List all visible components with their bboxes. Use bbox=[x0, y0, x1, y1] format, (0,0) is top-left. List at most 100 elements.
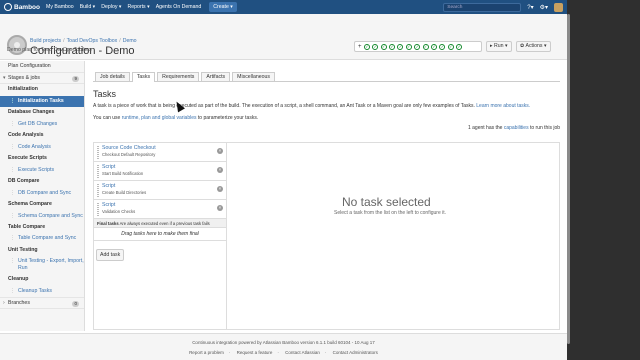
variables-hint-pre: You can use bbox=[93, 114, 122, 121]
build-success-icon[interactable]: ✓ bbox=[363, 43, 370, 50]
sidebar: Plan Configuration ▾ Stages & jobs 9 Initi… bbox=[0, 61, 85, 331]
task-name: Script bbox=[102, 183, 116, 189]
final-tasks-note: Are always executed even if a previous t… bbox=[118, 221, 210, 226]
learn-more-link[interactable]: Learn more about tasks. bbox=[476, 103, 530, 109]
delete-task-icon[interactable]: × bbox=[217, 167, 223, 173]
variables-link[interactable]: runtime, plan and global variables bbox=[122, 115, 197, 121]
nav-build[interactable]: Build ▾ bbox=[80, 4, 96, 10]
expand-builds-icon[interactable]: + bbox=[358, 44, 362, 50]
task-editor: Source Code Checkout Checkout Default Re… bbox=[93, 142, 560, 330]
tab-job-details[interactable]: Job details bbox=[95, 72, 130, 81]
nav-reports[interactable]: Reports ▾ bbox=[127, 4, 149, 10]
final-tasks-label: Final tasks bbox=[97, 221, 119, 226]
build-success-icon[interactable]: ✓ bbox=[447, 43, 454, 50]
gear-icon[interactable]: ⚙▾ bbox=[540, 4, 548, 11]
nav-my-bamboo[interactable]: My Bamboo bbox=[46, 4, 74, 10]
create-button[interactable]: Create ▾ bbox=[209, 2, 237, 12]
nav-deploy[interactable]: Deploy ▾ bbox=[101, 4, 121, 10]
stage-schema-compare[interactable]: Schema Compare bbox=[0, 199, 84, 211]
chevron-down-icon: ▾ bbox=[3, 74, 6, 81]
delete-task-icon[interactable]: × bbox=[217, 148, 223, 154]
task-name: Script bbox=[102, 202, 116, 208]
capabilities-link[interactable]: capabilities bbox=[504, 125, 529, 131]
stage-db-compare[interactable]: DB Compare bbox=[0, 176, 84, 188]
plan-description: Demo plan for Toad DevOps Toolbox bbox=[7, 47, 92, 53]
build-success-icon[interactable]: ✓ bbox=[456, 43, 463, 50]
main-content: Job details Tasks Requirements Artifacts… bbox=[93, 72, 560, 332]
footer-links: Report a problem · Request a feature · Con… bbox=[189, 350, 378, 355]
build-success-icon[interactable]: ✓ bbox=[389, 43, 396, 50]
run-button[interactable]: ▸ Run ▾ bbox=[486, 41, 512, 52]
task-list: Source Code Checkout Checkout Default Re… bbox=[94, 143, 227, 329]
stage-initialization[interactable]: Initialization bbox=[0, 84, 84, 96]
delete-task-icon[interactable]: × bbox=[217, 205, 223, 211]
job-table-compare-and-sync[interactable]: Table Compare and Sync bbox=[0, 233, 84, 245]
build-success-icon[interactable]: ✓ bbox=[414, 43, 421, 50]
agents-pre: 1 agent has the bbox=[467, 125, 504, 131]
contact-atlassian-link[interactable]: Contact Atlassian bbox=[285, 350, 320, 355]
stage-cleanup[interactable]: Cleanup bbox=[0, 274, 84, 286]
job-execute-scripts[interactable]: Execute Scripts bbox=[0, 165, 84, 177]
task-item[interactable]: Script Create Build Directories × bbox=[94, 181, 226, 200]
stage-code-analysis[interactable]: Code Analysis bbox=[0, 130, 84, 142]
breadcrumb-build-projects[interactable]: Build projects bbox=[30, 38, 61, 44]
build-success-icon[interactable]: ✓ bbox=[397, 43, 404, 50]
task-item[interactable]: Source Code Checkout Checkout Default Re… bbox=[94, 143, 226, 162]
breadcrumb-plan[interactable]: Demo bbox=[123, 38, 137, 44]
build-success-icon[interactable]: ✓ bbox=[405, 43, 412, 50]
stage-execute-scripts[interactable]: Execute Scripts bbox=[0, 153, 84, 165]
breadcrumb-project[interactable]: Toad DevOps Toolbox bbox=[67, 38, 118, 44]
report-problem-link[interactable]: Report a problem bbox=[189, 350, 224, 355]
final-tasks-drop-zone[interactable]: Drag tasks here to make them final bbox=[94, 228, 226, 241]
breadcrumb: Build projects / Toad DevOps Toolbox / Demo bbox=[30, 38, 137, 44]
task-item[interactable]: Script Start Build Notification × bbox=[94, 162, 226, 181]
stage-database-changes[interactable]: Database Changes bbox=[0, 107, 84, 119]
request-feature-link[interactable]: Request a feature bbox=[237, 350, 273, 355]
scrollbar[interactable] bbox=[567, 14, 570, 344]
build-success-icon[interactable]: ✓ bbox=[372, 43, 379, 50]
build-success-icon[interactable]: ✓ bbox=[439, 43, 446, 50]
task-description: Create Build Directories bbox=[102, 190, 147, 195]
sidebar-plan-configuration[interactable]: Plan Configuration bbox=[0, 61, 84, 73]
sidebar-stages-label: Stages & jobs bbox=[8, 74, 41, 81]
sidebar-branches[interactable]: › Branches 0 bbox=[0, 297, 84, 309]
search-input[interactable]: Search bbox=[443, 2, 522, 12]
variables-hint-post: to parameterize your tasks. bbox=[196, 114, 259, 121]
build-success-icon[interactable]: ✓ bbox=[431, 43, 438, 50]
footer-version: Continuous integration powered by Atlass… bbox=[192, 340, 375, 345]
delete-task-icon[interactable]: × bbox=[217, 186, 223, 192]
chevron-right-icon: › bbox=[3, 300, 5, 306]
job-get-db-changes[interactable]: Get DB Changes bbox=[0, 119, 84, 131]
job-schema-compare-and-sync[interactable]: Schema Compare and Sync bbox=[0, 211, 84, 222]
sidebar-stages-jobs[interactable]: ▾ Stages & jobs 9 bbox=[0, 73, 84, 84]
job-code-analysis[interactable]: Code Analysis bbox=[0, 142, 84, 154]
tasks-intro: A task is a piece of work that is being … bbox=[93, 103, 560, 111]
job-db-compare-and-sync[interactable]: DB Compare and Sync bbox=[0, 188, 84, 200]
bamboo-logo[interactable]: Bamboo bbox=[4, 3, 40, 11]
task-item[interactable]: Script Validation Checks × bbox=[94, 200, 226, 219]
tasks-heading: Tasks bbox=[93, 89, 117, 99]
avatar[interactable] bbox=[554, 2, 563, 12]
help-icon[interactable]: ?▾ bbox=[527, 4, 533, 11]
tab-requirements[interactable]: Requirements bbox=[157, 72, 200, 81]
build-success-icon[interactable]: ✓ bbox=[422, 43, 429, 50]
page-footer: Continuous integration powered by Atlass… bbox=[0, 333, 567, 360]
tab-miscellaneous[interactable]: Miscellaneous bbox=[232, 72, 275, 81]
build-success-icon[interactable]: ✓ bbox=[380, 43, 387, 50]
contact-administrators-link[interactable]: Contact Administrators bbox=[333, 350, 378, 355]
job-initialization-tasks[interactable]: Initialization Tasks bbox=[0, 95, 84, 107]
job-unit-testing[interactable]: Unit Testing - Export, Import, Run bbox=[0, 256, 84, 274]
task-description: Checkout Default Repository bbox=[102, 152, 156, 157]
add-task-button[interactable]: Add task bbox=[96, 249, 125, 261]
tab-artifacts[interactable]: Artifacts bbox=[201, 72, 231, 81]
variables-hint: You can use runtime, plan and global var… bbox=[93, 115, 560, 123]
agents-post: to run this job bbox=[528, 125, 560, 131]
actions-button[interactable]: ✿ Actions ▾ bbox=[516, 41, 551, 52]
stage-table-compare[interactable]: Table Compare bbox=[0, 222, 84, 234]
nav-agents-on-demand[interactable]: Agents On Demand bbox=[156, 4, 202, 10]
breadcrumb-separator: / bbox=[63, 38, 65, 44]
stage-unit-testing[interactable]: Unit Testing bbox=[0, 245, 84, 257]
tab-tasks[interactable]: Tasks bbox=[131, 72, 156, 82]
job-cleanup-tasks[interactable]: Cleanup Tasks bbox=[0, 286, 84, 298]
branches-count-badge: 0 bbox=[72, 301, 79, 307]
